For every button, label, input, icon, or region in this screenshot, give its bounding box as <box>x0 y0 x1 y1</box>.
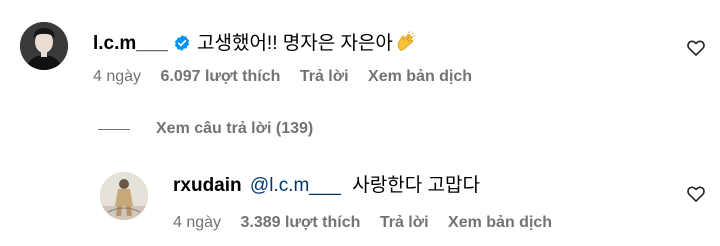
view-replies-label: Xem câu trả lời (139) <box>156 120 314 137</box>
comment-time: 4 ngày <box>173 214 222 231</box>
clapping-hands-icon <box>395 31 417 53</box>
comment-thread: l.c.m___ 고생했어!! 명자은 자은아 4 ngày 6.097 lượt… <box>0 0 720 246</box>
reply-body: rxudain @l.c.m___ 사랑한다 고맙다 <box>173 174 480 198</box>
comment-text: 고생했어!! 명자은 자은아 <box>197 33 393 54</box>
reply-button[interactable]: Trả lời <box>300 67 349 87</box>
comment-meta: 4 ngày 6.097 lượt thích Trả lời Xem bản … <box>93 67 472 87</box>
avatar[interactable] <box>20 22 68 70</box>
view-replies-button[interactable]: Xem câu trả lời (139) <box>98 119 313 139</box>
divider <box>98 128 130 130</box>
comment-meta: 4 ngày 3.389 lượt thích Trả lời Xem bản … <box>173 213 552 233</box>
verified-badge-icon <box>173 34 191 52</box>
like-heart-icon[interactable] <box>686 184 706 204</box>
translate-button[interactable]: Xem bản dịch <box>368 67 472 87</box>
reply-button[interactable]: Trả lời <box>380 213 429 233</box>
comment-text: 사랑한다 고맙다 <box>352 175 480 196</box>
like-heart-icon[interactable] <box>686 38 706 58</box>
avatar[interactable] <box>100 172 148 220</box>
comment-body: l.c.m___ 고생했어!! 명자은 자은아 <box>93 31 417 56</box>
comment-username[interactable]: l.c.m___ <box>93 33 168 54</box>
likes-count[interactable]: 3.389 lượt thích <box>241 213 361 233</box>
translate-button[interactable]: Xem bản dịch <box>448 213 552 233</box>
likes-count[interactable]: 6.097 lượt thích <box>161 67 281 87</box>
mention-link[interactable]: @l.c.m___ <box>250 175 341 196</box>
comment-username[interactable]: rxudain <box>173 175 242 196</box>
comment-time: 4 ngày <box>93 68 142 85</box>
